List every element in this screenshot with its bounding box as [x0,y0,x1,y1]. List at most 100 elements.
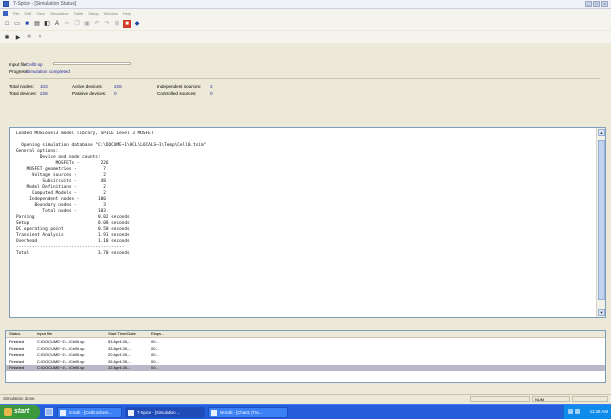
menu-table[interactable]: Table [74,11,84,16]
column-start-time[interactable]: Start Time/Date [108,331,148,337]
input-file-field [53,62,131,65]
save-icon[interactable]: ■ [23,20,31,28]
wedit-icon [211,410,217,416]
main-toolbar: □ ▭ ■ ▤ ◧ A ✂ ❐ ▣ ↶ ↷ ⊞ ■ ◆ [0,17,611,30]
independent-sources-value: 2 [210,84,213,89]
table-row[interactable]: Finished C:\DOCUME~1\...\Cell0.sp 33 April… [6,346,605,352]
menu-setup[interactable]: Setup [88,11,98,16]
simulation-history-list[interactable]: Status Input file Start Time/Date Elaps.… [5,330,606,383]
paste-icon[interactable]: ▣ [83,20,91,28]
menu-simulation[interactable]: Simulation [50,11,69,16]
history-file-cell: C:\DOCUME~1\...\Cell0.sp [37,352,85,357]
stop-simulation-icon[interactable]: ■ [25,33,33,41]
pause-icon[interactable]: ⏸ [36,33,44,41]
simulation-status-panel: Input file: Cell0.sp Progress: Simulatio… [9,62,600,122]
column-elapsed[interactable]: Elaps... [151,331,176,337]
scroll-down-icon[interactable]: ▼ [598,309,605,316]
find-icon[interactable]: A [53,20,61,28]
tray-icon[interactable] [575,409,580,414]
scroll-thumb[interactable] [598,140,605,300]
status-message: Simulation done. [3,396,36,401]
history-file-cell: C:\DOCUME~1\...\Cell0.sp [37,339,85,344]
taskbar-wedit[interactable]: W-Edit - [Chart1 (Tra... [208,407,288,418]
passive-devices-label: Passive devices: [72,91,107,96]
status-bar: Simulation done. NUM [0,394,611,403]
title-bar: T-Spice - [Simulation Status] _ □ × [0,0,611,9]
cut-icon[interactable]: ✂ [63,20,71,28]
console-text: Loaded MOSLevel3 model library, SPICE Le… [16,131,207,256]
copy-icon[interactable]: ❐ [73,20,81,28]
insert-command-icon[interactable]: ⊞ [113,20,121,28]
controlled-sources-label: Controlled sources: [157,91,197,96]
undo-icon[interactable]: ↶ [93,20,101,28]
status-num-indicator: NUM [532,396,570,402]
start-label: start [14,408,30,415]
minimize-button[interactable]: _ [585,1,592,7]
maximize-button[interactable]: □ [593,1,600,7]
history-start-cell: 53 April 28,... [108,339,132,344]
document-icon [3,10,8,16]
menu-file[interactable]: File [13,11,19,16]
column-status[interactable]: Status [9,331,34,337]
menu-edit[interactable]: Edit [24,11,31,16]
history-status-cell: Finished [9,339,25,344]
simulation-output-console[interactable]: Loaded MOSLevel3 model library, SPICE Le… [9,127,606,318]
stop-icon[interactable]: ■ [123,19,131,28]
taskbar-wedit-label: W-Edit - [Chart1 (Tra... [220,410,263,415]
print-preview-icon[interactable]: ◧ [43,20,51,28]
history-start-cell: 20 April 28,... [108,352,132,357]
history-status-cell: Finished [9,345,25,351]
diamond-icon[interactable]: ◆ [133,20,141,28]
total-devices-label: Total devices: [9,91,37,96]
passive-devices-value: 0 [114,91,117,96]
table-row[interactable]: Finished C:\DOCUME~1\...\Cell0.sp 53 April… [6,339,605,345]
taskbar-tspice-label: T-Spice - [Simulation ... [137,410,181,415]
close-button[interactable]: × [601,1,608,7]
open-folder-icon[interactable]: ▭ [13,20,21,28]
print-icon[interactable]: ▤ [33,20,41,28]
start-button[interactable]: start [0,405,40,419]
scroll-up-icon[interactable]: ▲ [598,129,605,136]
history-start-cell: 26 April 28,... [108,358,132,364]
menu-view[interactable]: View [36,11,45,16]
tspice-icon [128,410,134,416]
run-icon[interactable]: ▶ [14,33,22,41]
console-scrollbar[interactable]: ▲ ▼ [596,128,605,317]
history-elapsed-cell: 00... [151,339,159,344]
history-elapsed-cell: 00... [151,365,159,370]
menu-help[interactable]: Help [123,11,131,16]
redo-icon[interactable]: ↷ [103,20,111,28]
input-file-value: Cell0.sp [26,62,43,67]
sedit-icon [60,410,66,416]
history-start-cell: 33 April 28,... [108,345,132,351]
status-cell-empty-2 [572,396,608,402]
history-header: Status Input file Start Time/Date Elaps.… [6,331,605,338]
history-elapsed-cell: 00... [151,345,159,351]
new-file-icon[interactable]: □ [3,20,11,28]
divider [9,78,600,79]
taskbar-sedit-label: S-Edit - [Cell0.schem... [69,410,112,415]
status-cell-empty [470,396,530,402]
history-file-cell: C:\DOCUME~1\...\Cell0.sp [37,345,85,351]
tray-icon[interactable] [568,409,573,414]
history-file-cell: C:\DOCUME~1\...\Cell0.sp [37,365,85,370]
windows-taskbar: start S-Edit - [Cell0.schem... T-Spice -… [0,404,611,419]
history-status-cell: Finished [9,358,25,364]
history-file-cell: C:\DOCUME~1\...\Cell0.sp [37,358,85,364]
menu-window[interactable]: Window [104,11,118,16]
independent-sources-label: Independent sources: [157,84,202,89]
quick-launch-icon[interactable] [45,408,53,416]
table-row[interactable]: Finished C:\DOCUME~1\...\Cell0.sp 26 April… [6,359,605,365]
history-status-cell: Finished [9,365,25,370]
table-row[interactable]: Finished C:\DOCUME~1\...\Cell0.sp 20 April… [6,352,605,358]
table-row[interactable]: Finished C:\DOCUME~1\...\Cell0.sp 22 April… [6,365,605,371]
window-title: T-Spice - [Simulation Status] [13,1,77,7]
menu-bar: File Edit View Simulation Table Setup Wi… [0,9,611,17]
controlled-sources-value: 0 [210,91,213,96]
taskbar-sedit[interactable]: S-Edit - [Cell0.schem... [57,407,122,418]
taskbar-tspice[interactable]: T-Spice - [Simulation ... [125,407,205,418]
window-controls: _ □ × [585,1,608,7]
column-input-file[interactable]: Input file [37,331,107,337]
simulate-icon[interactable]: ✱ [3,33,11,41]
progress-value: Simulation completed [26,69,70,74]
